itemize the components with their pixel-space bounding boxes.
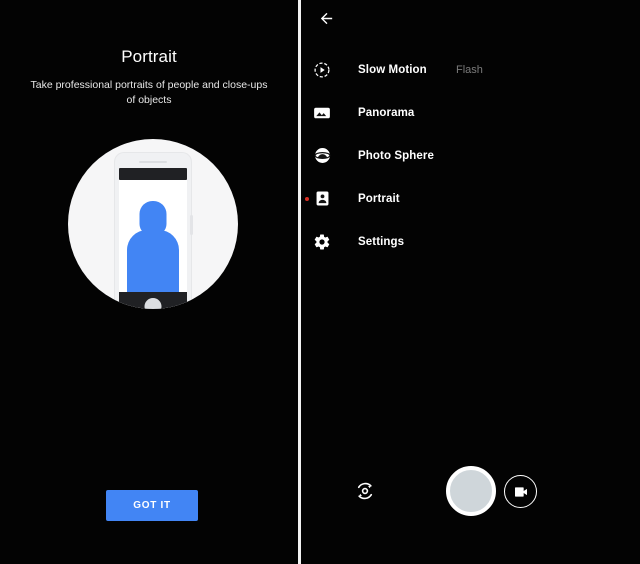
back-arrow-icon [320, 12, 332, 24]
slow-motion-icon [311, 59, 333, 81]
flip-camera-button[interactable] [348, 474, 382, 508]
phone-speaker-graphic [139, 161, 167, 163]
menu-item-slow-motion[interactable]: Slow Motion [301, 48, 640, 91]
video-camera-icon [514, 486, 527, 497]
menu-item-label: Portrait [358, 192, 400, 205]
panel-divider [298, 0, 301, 564]
flip-camera-icon [357, 482, 373, 500]
back-button[interactable] [311, 3, 341, 33]
phone-topbar-graphic [119, 168, 187, 180]
video-mode-button[interactable] [504, 475, 537, 508]
portrait-icon [311, 188, 333, 210]
selected-mode-dot [305, 196, 309, 201]
person-body-graphic [127, 230, 179, 292]
menu-item-label: Photo Sphere [358, 149, 434, 162]
camera-mode-menu-panel: Flash Slow Motion Panorama Photo Sphere … [301, 0, 640, 564]
menu-item-label: Settings [358, 235, 405, 248]
got-it-button[interactable]: GOT IT [106, 490, 198, 521]
gear-icon [311, 231, 333, 253]
camera-modes-list: Slow Motion Panorama Photo Sphere Portra… [301, 48, 640, 263]
page-title: Portrait [121, 47, 177, 66]
dual-screenshot-container: Portrait Take professional portraits of … [0, 0, 640, 564]
menu-item-settings[interactable]: Settings [301, 220, 640, 263]
page-description: Take professional portraits of people an… [30, 79, 268, 106]
portrait-onboarding-panel: Portrait Take professional portraits of … [0, 0, 298, 564]
menu-item-label: Slow Motion [358, 63, 427, 76]
menu-item-portrait[interactable]: Portrait [301, 177, 640, 220]
shutter-button[interactable] [445, 466, 496, 516]
phone-graphic [115, 153, 193, 309]
menu-item-panorama[interactable]: Panorama [301, 91, 640, 134]
menu-item-photo-sphere[interactable]: Photo Sphere [301, 134, 640, 177]
portrait-mode-phone-illustration [68, 139, 238, 309]
phone-home-button-graphic [144, 298, 162, 309]
camera-controls-bar [301, 462, 640, 522]
panorama-icon [311, 102, 333, 124]
phone-screen-graphic [119, 180, 187, 292]
menu-item-label: Panorama [358, 106, 415, 119]
photo-sphere-icon [311, 145, 333, 167]
phone-side-button-graphic [190, 215, 193, 235]
